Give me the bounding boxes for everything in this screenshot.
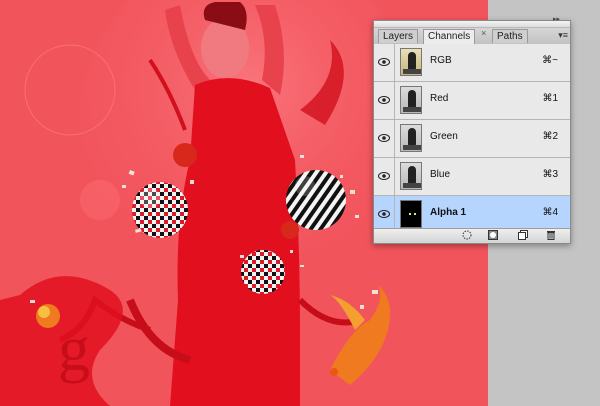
panel-menu-icon[interactable]: ▾≡ bbox=[558, 30, 568, 41]
channel-shortcut: ⌘4 bbox=[542, 207, 558, 218]
channels-panel: ▸▸ Layers Channels × Paths ▾≡ RGB ⌘~ Red… bbox=[373, 16, 571, 244]
trash-icon[interactable] bbox=[544, 230, 558, 242]
channel-row-red[interactable]: Red ⌘1 bbox=[374, 82, 570, 120]
channel-list: RGB ⌘~ Red ⌘1 Green ⌘2 Blue ⌘3 Alpha 1 ⌘… bbox=[374, 44, 570, 234]
channel-thumbnail bbox=[400, 48, 422, 76]
channel-name: Alpha 1 bbox=[430, 207, 467, 218]
channel-shortcut: ⌘~ bbox=[542, 55, 558, 66]
panel-tabs: Layers Channels × Paths ▾≡ bbox=[374, 28, 570, 45]
load-selection-icon[interactable] bbox=[460, 230, 474, 242]
channel-shortcut: ⌘3 bbox=[542, 169, 558, 180]
channel-thumbnail bbox=[400, 200, 422, 228]
channel-name: Green bbox=[430, 131, 458, 142]
channel-thumbnail bbox=[400, 86, 422, 114]
tab-paths[interactable]: Paths bbox=[492, 29, 528, 43]
save-selection-icon[interactable] bbox=[486, 230, 500, 242]
channel-name: Blue bbox=[430, 169, 451, 180]
channel-name: Red bbox=[430, 93, 449, 104]
channel-row-blue[interactable]: Blue ⌘3 bbox=[374, 158, 570, 196]
channel-thumbnail bbox=[400, 124, 422, 152]
letter-g: g bbox=[58, 313, 90, 384]
new-channel-icon[interactable] bbox=[516, 230, 530, 242]
orange-flower-left bbox=[36, 304, 60, 328]
tab-channels[interactable]: Channels bbox=[423, 29, 476, 45]
visibility-eye-icon[interactable] bbox=[374, 120, 395, 157]
visibility-eye-icon[interactable] bbox=[374, 82, 395, 119]
channel-row-green[interactable]: Green ⌘2 bbox=[374, 120, 570, 158]
checker-sphere-bottom bbox=[241, 250, 285, 294]
channel-shortcut: ⌘1 bbox=[542, 93, 558, 104]
panel-title-bar[interactable]: ▸▸ bbox=[374, 16, 570, 28]
collapse-icon[interactable]: ▸▸ bbox=[553, 15, 560, 23]
tab-layers[interactable]: Layers bbox=[378, 29, 419, 43]
visibility-eye-icon[interactable] bbox=[374, 158, 395, 195]
visibility-eye-icon[interactable] bbox=[374, 44, 395, 81]
channel-row-rgb[interactable]: RGB ⌘~ bbox=[374, 44, 570, 82]
channel-shortcut: ⌘2 bbox=[542, 131, 558, 142]
panel-footer bbox=[374, 228, 570, 243]
striped-sphere-right bbox=[286, 170, 346, 230]
channel-name: RGB bbox=[430, 55, 452, 66]
channel-thumbnail bbox=[400, 162, 422, 190]
close-tab-icon[interactable]: × bbox=[481, 28, 486, 38]
